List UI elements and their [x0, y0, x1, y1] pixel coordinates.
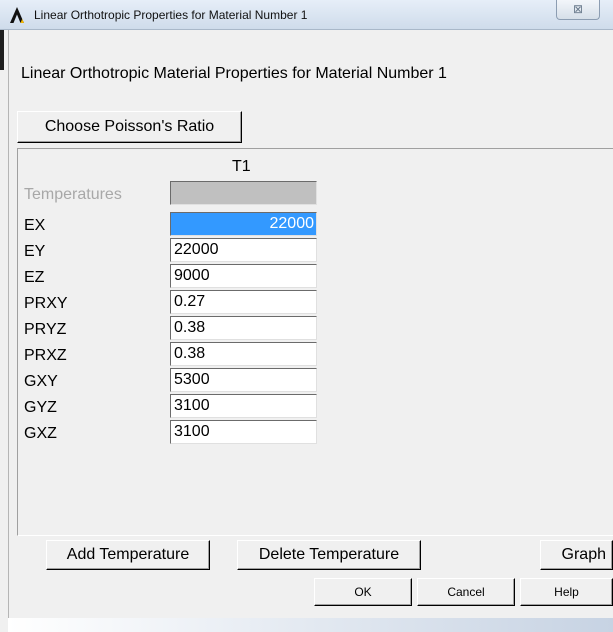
column-header-t1: T1 [232, 158, 251, 175]
cancel-label: Cancel [447, 585, 485, 599]
cell-gyz[interactable]: 3100 [170, 394, 317, 418]
delete-temperature-label: Delete Temperature [258, 546, 400, 563]
cell-prxz[interactable]: 0.38 [170, 342, 317, 366]
add-temperature-label: Add Temperature [66, 546, 190, 563]
delete-temperature-button[interactable]: Delete Temperature [237, 540, 421, 570]
ok-label: OK [354, 585, 372, 599]
row-label-prxz: PRXZ [24, 347, 67, 364]
row-label-gxy: GXY [24, 373, 58, 390]
graph-label: Graph [561, 546, 606, 563]
close-button[interactable]: ⊠ [556, 0, 600, 20]
choose-poissons-ratio-button[interactable]: Choose Poisson's Ratio [17, 111, 242, 143]
row-label-gxz: GXZ [24, 425, 57, 442]
row-label-ez: EZ [24, 269, 45, 286]
cell-prxy[interactable]: 0.27 [170, 290, 317, 314]
graph-button[interactable]: Graph [540, 540, 613, 570]
window-title: Linear Orthotropic Properties for Materi… [34, 8, 308, 22]
row-label-ex: EX [24, 217, 46, 234]
row-label-pryz: PRYZ [24, 321, 67, 338]
ok-button[interactable]: OK [314, 578, 412, 606]
close-icon: ⊠ [572, 2, 584, 16]
background-window-edge [0, 30, 4, 70]
add-temperature-button[interactable]: Add Temperature [46, 540, 210, 570]
choose-poissons-ratio-label: Choose Poisson's Ratio [44, 118, 215, 135]
cell-gxz[interactable]: 3100 [170, 420, 317, 444]
cell-gxy[interactable]: 5300 [170, 368, 317, 392]
background-taskbar-strip [8, 618, 613, 632]
cancel-button[interactable]: Cancel [417, 578, 515, 606]
row-label-ey: EY [24, 243, 46, 260]
cell-ey[interactable]: 22000 [170, 238, 317, 262]
cell-temperatures [170, 181, 317, 205]
cell-ex[interactable]: 22000 [170, 212, 317, 236]
cell-pryz[interactable]: 0.38 [170, 316, 317, 340]
dialog-heading: Linear Orthotropic Material Properties f… [21, 65, 447, 82]
help-label: Help [554, 585, 579, 599]
help-button[interactable]: Help [520, 578, 613, 606]
row-label-temperatures: Temperatures [24, 186, 122, 203]
title-bar: Linear Orthotropic Properties for Materi… [0, 0, 613, 30]
row-label-gyz: GYZ [24, 399, 57, 416]
row-label-prxy: PRXY [24, 295, 68, 312]
cell-ez[interactable]: 9000 [170, 264, 317, 288]
ansys-logo-icon [10, 7, 24, 23]
